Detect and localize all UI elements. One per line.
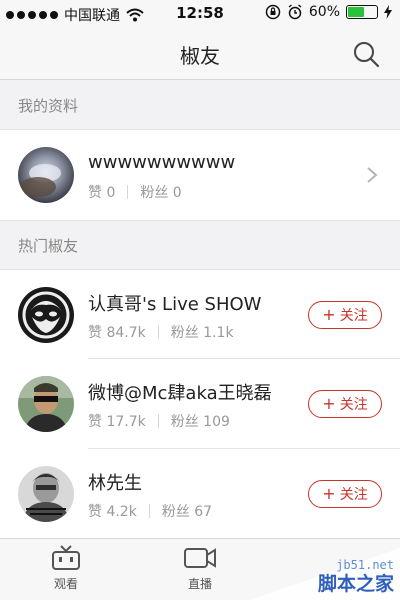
follow-button[interactable]: + 关注 — [308, 390, 382, 418]
fans-count: 粉丝 1.1k — [170, 325, 234, 341]
profile-name: wwwwwwwwww — [88, 152, 236, 173]
fans-count: 粉丝 0 — [140, 185, 182, 201]
likes-count: 赞 4.2k — [88, 504, 137, 520]
avatar — [18, 466, 74, 522]
likes-count: 赞 0 — [88, 185, 116, 201]
follow-button[interactable]: + 关注 — [308, 480, 382, 508]
search-icon[interactable] — [352, 40, 380, 68]
stat-divider — [157, 325, 159, 339]
battery-level-fill — [348, 7, 365, 17]
likes-count: 赞 17.7k — [88, 414, 146, 430]
follow-label: 关注 — [339, 308, 368, 324]
avatar — [18, 376, 74, 432]
user-stats: 赞 4.2k 粉丝 67 — [88, 501, 212, 521]
stat-divider — [157, 414, 159, 428]
my-profile-row[interactable]: wwwwwwwwww 赞 0 粉丝 0 — [0, 129, 400, 221]
avatar — [18, 287, 74, 343]
chevron-right-icon — [367, 167, 378, 183]
likes-count: 赞 84.7k — [88, 325, 146, 341]
battery-icon — [346, 5, 378, 19]
user-stats: 赞 17.7k 粉丝 109 — [88, 411, 230, 431]
stat-divider — [148, 504, 150, 518]
fans-count: 粉丝 67 — [161, 504, 213, 520]
status-bar: 中国联通 12:58 60% — [0, 0, 400, 28]
plus-icon: + — [322, 394, 336, 413]
hot-users-section-header: 热门椒友 — [0, 221, 400, 269]
rotation-lock-icon — [265, 4, 281, 20]
follow-button[interactable]: + 关注 — [308, 301, 382, 329]
status-right: 60% — [265, 4, 392, 20]
stat-divider — [127, 185, 129, 199]
alarm-icon — [288, 4, 302, 20]
tab-label: 观看 — [53, 577, 78, 591]
follow-label: 关注 — [339, 397, 368, 413]
charging-bolt-icon — [384, 5, 392, 19]
watermark: jb51.net 脚本之家 — [250, 548, 400, 600]
list-item[interactable]: 认真哥's Live SHOW 赞 84.7k 粉丝 1.1k + 关注 — [0, 269, 400, 359]
list-item[interactable]: 微博@Mc肆aka王晓磊 赞 17.7k 粉丝 109 + 关注 — [0, 359, 400, 449]
user-name: 微博@Mc肆aka王晓磊 — [88, 383, 272, 404]
tv-icon — [52, 545, 80, 570]
watermark-name: 脚本之家 — [317, 573, 394, 595]
tab-watch[interactable]: 观看 — [26, 545, 106, 592]
plus-icon: + — [322, 484, 336, 503]
nav-bar: 椒友 — [0, 28, 400, 80]
video-camera-icon — [184, 548, 216, 568]
user-name: 林先生 — [88, 473, 142, 494]
user-stats: 赞 84.7k 粉丝 1.1k — [88, 322, 234, 342]
follow-label: 关注 — [339, 487, 368, 503]
user-name: 认真哥's Live SHOW — [88, 294, 262, 315]
fans-count: 粉丝 109 — [170, 414, 230, 430]
profile-stats: 赞 0 粉丝 0 — [88, 182, 182, 202]
list-item[interactable]: 林先生 赞 4.2k 粉丝 67 + 关注 — [0, 449, 400, 539]
avatar — [18, 147, 74, 203]
my-profile-section-header: 我的资料 — [0, 81, 400, 129]
tab-live[interactable]: 直播 — [160, 545, 240, 592]
battery-percent: 60% — [308, 4, 340, 20]
page-title: 椒友 — [180, 44, 220, 68]
plus-icon: + — [322, 305, 336, 324]
tab-label: 直播 — [187, 577, 212, 591]
